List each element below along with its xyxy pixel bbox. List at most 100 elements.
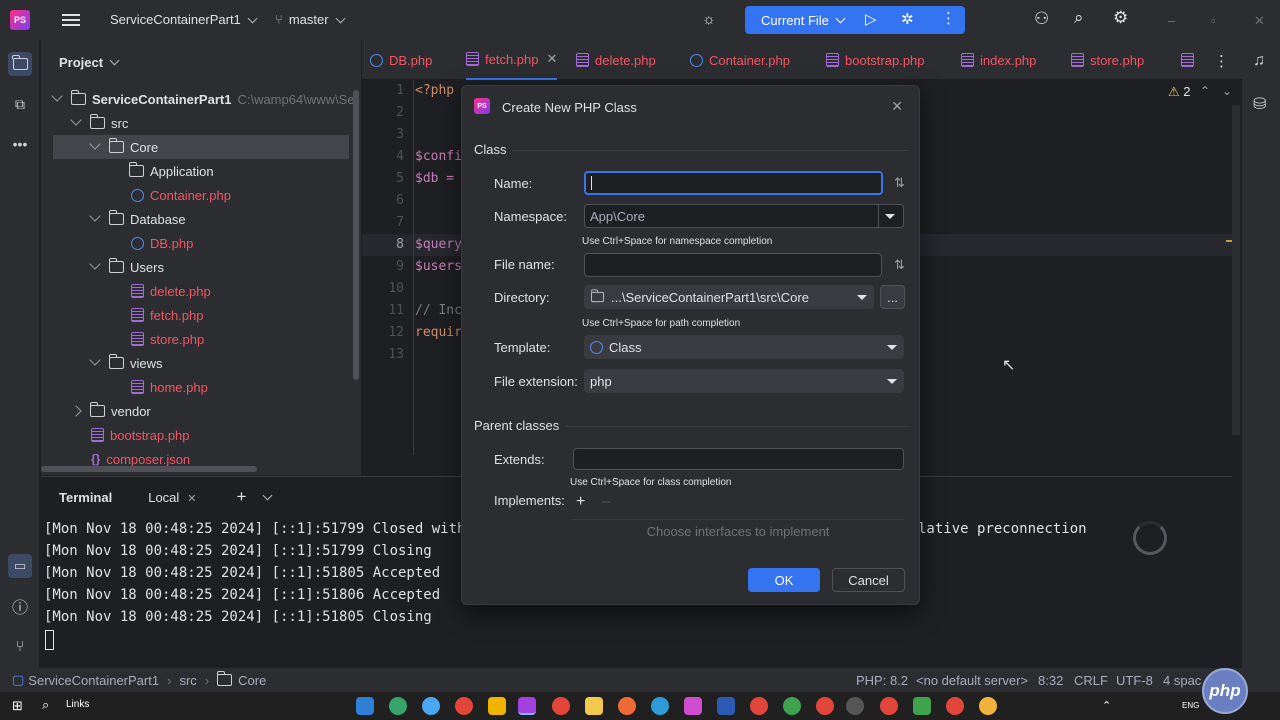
vertical-scrollbar[interactable] [353, 90, 359, 380]
vcs-branch-selector[interactable]: ⑂ master [275, 12, 345, 27]
breadcrumb-project[interactable]: ServiceContainerPart1 [28, 673, 159, 688]
debug-icon[interactable]: ✲ [901, 10, 914, 28]
language-indicator[interactable]: ENG [1182, 701, 1199, 710]
app-icon[interactable] [913, 697, 931, 715]
line-separator[interactable]: CRLF [1074, 673, 1108, 688]
close-tab-icon[interactable]: ✕ [187, 493, 196, 505]
breadcrumb-src[interactable]: src [179, 673, 196, 688]
structure-icon[interactable]: ⧉ [8, 92, 32, 116]
problems-icon[interactable]: ⓘ [8, 594, 32, 618]
tree-item-db-php[interactable]: DB.php [41, 231, 361, 255]
chrome-icon[interactable] [979, 697, 997, 715]
tree-item-core[interactable]: Core [53, 135, 349, 159]
server-selector[interactable]: <no default server> [916, 673, 1028, 688]
app-icon[interactable] [846, 697, 864, 715]
sort-icon[interactable]: ⇅ [894, 257, 905, 273]
edge-icon[interactable] [389, 697, 407, 715]
tree-item-delete-php[interactable]: delete.php [41, 279, 361, 303]
windows-start-icon[interactable]: ⊞ [12, 698, 23, 714]
editor-scrollbar[interactable] [1232, 105, 1240, 435]
app-icon[interactable] [651, 697, 669, 715]
tab-index-php[interactable]: index.php [961, 40, 1036, 80]
template-combo[interactable]: Class [584, 335, 904, 359]
terminal-tab-local[interactable]: Local ✕ [148, 490, 196, 505]
app-icon[interactable] [684, 697, 702, 715]
directory-combo[interactable]: ...\ServiceContainerPart1\src\Core [584, 285, 874, 309]
next-highlight-icon[interactable]: ⌄ [1222, 84, 1232, 98]
tab-container-php[interactable]: Container.php [690, 40, 790, 80]
database-icon[interactable]: ⛁ [1253, 94, 1266, 114]
chevron-down-icon[interactable] [263, 490, 273, 500]
search-icon[interactable]: ⌕ [1074, 8, 1084, 28]
ok-button[interactable]: OK [748, 568, 820, 592]
app-icon[interactable] [618, 697, 636, 715]
run-config-selector[interactable]: Current File [761, 13, 829, 28]
settings-gear-icon[interactable]: ⚙ [1113, 8, 1128, 28]
debug-listen-icon[interactable]: ☼ [702, 11, 716, 28]
maximize-icon[interactable]: ▫ [1211, 13, 1216, 28]
tab-bootstrap-php[interactable]: bootstrap.php [826, 40, 925, 80]
tree-item-fetch-php[interactable]: fetch.php [41, 303, 361, 327]
filename-input[interactable] [584, 253, 882, 277]
project-folder-icon[interactable] [8, 52, 32, 76]
breadcrumb-core[interactable]: Core [238, 673, 266, 688]
project-panel-header[interactable]: Project [41, 40, 361, 84]
notifications-bell-icon[interactable]: ♫ [1253, 52, 1265, 70]
remove-interface-icon[interactable]: – [602, 493, 611, 511]
tray-chevron-icon[interactable]: ⌃ [1102, 699, 1111, 712]
taskbar-search-text[interactable]: Links [66, 699, 89, 710]
name-input[interactable] [584, 171, 883, 195]
tab-overflow[interactable] [1181, 40, 1200, 80]
warning-icon[interactable]: ⚠ 2 [1168, 84, 1191, 100]
extension-combo[interactable]: php [584, 369, 904, 393]
horizontal-scrollbar[interactable] [41, 466, 257, 472]
tree-root[interactable]: ServiceContainerPart1 C:\wamp64\www\Ser [41, 87, 361, 111]
more-tools-icon[interactable]: ••• [8, 132, 32, 156]
run-icon[interactable]: ▷ [865, 10, 877, 28]
namespace-combo[interactable]: App\Core [584, 204, 904, 228]
app-icon[interactable] [488, 697, 506, 715]
tree-item-views[interactable]: views [41, 351, 361, 375]
chrome-icon[interactable] [455, 697, 473, 715]
close-icon[interactable]: ✕ [891, 98, 903, 115]
phpstorm-taskbar-icon[interactable] [518, 697, 536, 715]
close-tab-icon[interactable]: ✕ [547, 51, 558, 67]
tab-more-icon[interactable]: ⋮ [1214, 52, 1229, 70]
search-icon[interactable]: ⌕ [42, 697, 49, 713]
php-version[interactable]: PHP: 8.2 [856, 673, 908, 688]
extends-input[interactable] [573, 448, 904, 470]
git-icon[interactable]: ⑂ [8, 634, 32, 658]
main-menu-icon[interactable] [62, 11, 80, 29]
tab-fetch-php[interactable]: fetch.php ✕ [466, 40, 558, 80]
close-window-icon[interactable]: ✕ [1254, 13, 1265, 29]
tab-db-php[interactable]: DB.php [370, 40, 432, 80]
new-terminal-icon[interactable]: + [237, 487, 247, 507]
tab-delete-php[interactable]: delete.php [576, 40, 656, 80]
tree-item-bootstrap-php[interactable]: bootstrap.php [41, 423, 361, 447]
tree-item-users[interactable]: Users [41, 255, 361, 279]
indent-setting[interactable]: 4 spac [1163, 673, 1201, 688]
dropdown-arrow-icon[interactable] [885, 214, 895, 219]
minimize-icon[interactable]: – [1168, 13, 1175, 28]
browse-directory-button[interactable]: ... [880, 285, 905, 309]
chrome-icon[interactable] [880, 697, 898, 715]
tab-store-php[interactable]: store.php [1071, 40, 1144, 80]
add-interface-icon[interactable]: + [576, 493, 585, 511]
chrome-icon[interactable] [750, 697, 768, 715]
tree-item-home-php[interactable]: home.php [41, 375, 361, 399]
tree-item-store-php[interactable]: store.php [41, 327, 361, 351]
caret-position[interactable]: 8:32 [1038, 673, 1063, 688]
tree-item-src[interactable]: src [41, 111, 361, 135]
project-selector[interactable]: ServiceContainerPart1 [110, 12, 258, 27]
vscode-icon[interactable] [356, 697, 374, 715]
more-actions-icon[interactable]: ⋮ [941, 9, 956, 27]
tree-item-vendor[interactable]: vendor [41, 399, 361, 423]
file-explorer-icon[interactable] [585, 697, 603, 715]
word-icon[interactable] [717, 697, 735, 715]
tree-item-container-php[interactable]: Container.php [41, 183, 361, 207]
terminal-icon[interactable]: ▭ [8, 554, 32, 578]
chrome-icon[interactable] [946, 697, 964, 715]
sort-icon[interactable]: ⇅ [894, 175, 905, 191]
prev-highlight-icon[interactable]: ⌃ [1200, 84, 1210, 98]
dropdown-arrow-icon[interactable] [887, 379, 897, 384]
